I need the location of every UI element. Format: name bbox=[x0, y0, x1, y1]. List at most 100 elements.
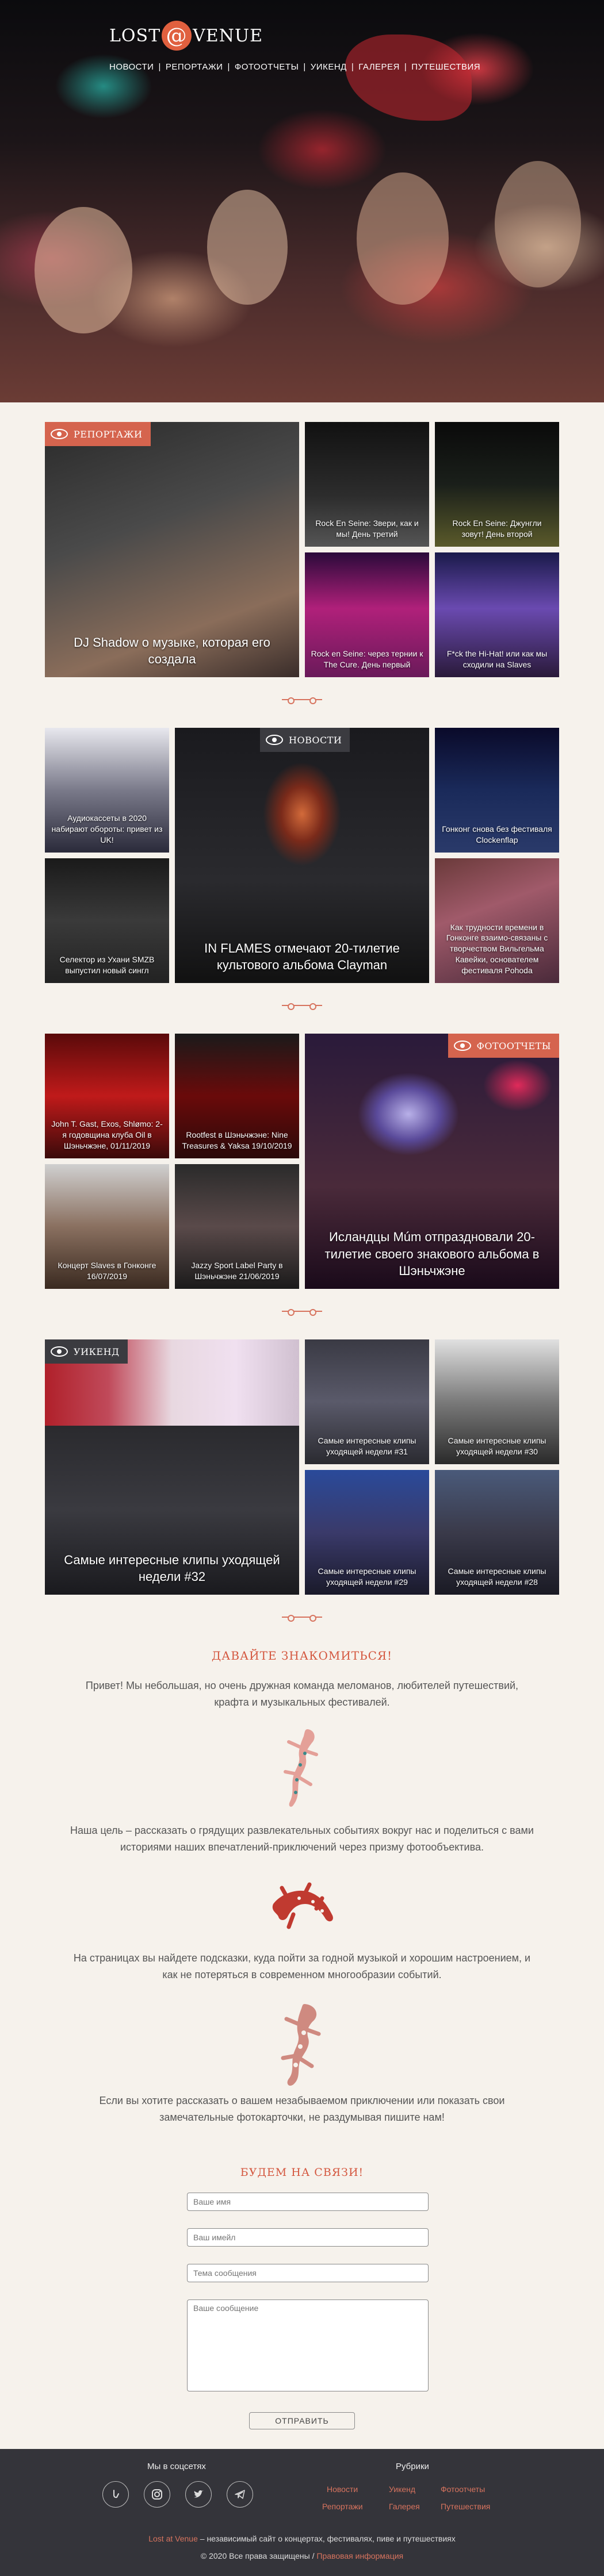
telegram-icon[interactable] bbox=[227, 2481, 253, 2508]
tile-caption: Исландцы Múm отпраздновали 20-тилетие св… bbox=[324, 1229, 540, 1279]
photo-tile[interactable]: Rootfest в Шэньчжэне: Nine Treasures & Y… bbox=[175, 1034, 299, 1158]
tile-caption: DJ Shadow о музыке, которая его создала bbox=[74, 635, 270, 667]
nav-separator: | bbox=[158, 62, 161, 72]
weekend-main-tile[interactable]: УИКЕНД Самые интересные клипы уходящей н… bbox=[45, 1339, 299, 1595]
news-tile[interactable]: Селектор из Ухани SMZB выпустил новый си… bbox=[45, 858, 169, 983]
message-textarea[interactable] bbox=[187, 2299, 429, 2391]
footer-link-reports[interactable]: Репортажи bbox=[322, 2502, 363, 2511]
twitter-icon[interactable] bbox=[185, 2481, 212, 2508]
section-divider bbox=[282, 1003, 322, 1010]
email-input[interactable] bbox=[187, 2228, 429, 2247]
crowd-figure bbox=[35, 207, 132, 333]
name-input[interactable] bbox=[187, 2193, 429, 2211]
submit-button[interactable]: ОТПРАВИТЬ bbox=[249, 2412, 355, 2429]
weekend-tile[interactable]: Самые интересные клипы уходящей недели #… bbox=[305, 1339, 429, 1464]
reports-tile[interactable]: Rock En Seine: Звери, как и мы! День тре… bbox=[305, 422, 429, 547]
reports-badge: РЕПОРТАЖИ bbox=[45, 422, 151, 446]
tile-caption: Самые интересные клипы уходящей недели #… bbox=[64, 1552, 280, 1584]
tile-caption: Селектор из Ухани SMZB выпустил новый си… bbox=[59, 955, 155, 976]
nav-separator: | bbox=[227, 62, 230, 72]
photo-tile[interactable]: Концерт Slaves в Гонконге 16/07/2019 bbox=[45, 1164, 169, 1289]
footer-copyright: © 2020 Все права защищены / Правовая инф… bbox=[0, 2551, 604, 2560]
eye-icon bbox=[266, 735, 283, 745]
nav-item-reports[interactable]: РЕПОРТАЖИ bbox=[166, 62, 223, 72]
reports-tile[interactable]: Rock En Seine: Джунгли зовут! День второ… bbox=[435, 422, 559, 547]
contact-title: БУДЕМ НА СВЯЗИ! bbox=[240, 2166, 364, 2179]
news-tile[interactable]: Аудиокассеты в 2020 набирают обороты: пр… bbox=[45, 728, 169, 853]
privacy-link[interactable]: Правовая информация bbox=[316, 2551, 403, 2560]
about-paragraph: На страницах вы найдете подсказки, куда … bbox=[73, 1952, 531, 1980]
footer-link-travel[interactable]: Путешествия bbox=[441, 2502, 490, 2511]
nav-item-news[interactable]: НОВОСТИ bbox=[109, 62, 154, 72]
hero-banner: LOST @ VENUE НОВОСТИ | РЕПОРТАЖИ | ФОТОО… bbox=[0, 0, 604, 402]
tile-caption: Самые интересные клипы уходящей недели #… bbox=[448, 1436, 546, 1457]
nav-separator: | bbox=[351, 62, 354, 72]
reports-tile[interactable]: F*ck the Hi-Hat! или как мы сходили на S… bbox=[435, 552, 559, 677]
tile-caption: Rock En Seine: Джунгли зовут! День второ… bbox=[452, 519, 542, 539]
nav-separator: | bbox=[303, 62, 306, 72]
section-divider bbox=[282, 1615, 322, 1622]
news-badge: НОВОСТИ bbox=[260, 728, 350, 752]
photo-badge-label: ФОТООТЧЕТЫ bbox=[476, 1040, 551, 1051]
footer-tagline: Lost at Venue – независимый сайт о конце… bbox=[0, 2534, 604, 2543]
rubrics-title: Рубрики bbox=[396, 2462, 429, 2471]
news-main-tile[interactable]: НОВОСТИ IN FLAMES отмечают 20-тилетие ку… bbox=[175, 728, 429, 983]
tile-caption: Аудиокассеты в 2020 набирают обороты: пр… bbox=[51, 813, 163, 845]
weekend-section: УИКЕНД Самые интересные клипы уходящей н… bbox=[45, 1339, 559, 1595]
weekend-tile[interactable]: Самые интересные клипы уходящей недели #… bbox=[305, 1470, 429, 1595]
footer-link-news[interactable]: Новости bbox=[327, 2485, 358, 2494]
social-title: Мы в соцсетях bbox=[147, 2462, 206, 2471]
nav-item-gallery[interactable]: ГАЛЕРЕЯ bbox=[358, 62, 400, 72]
eye-icon bbox=[453, 1041, 471, 1051]
about-paragraph: Если вы хотите рассказать о вашем незабы… bbox=[99, 2095, 505, 2123]
crowd-figure bbox=[207, 190, 288, 305]
tile-caption: Концерт Slaves в Гонконге 16/07/2019 bbox=[58, 1261, 156, 1281]
tile-caption: Rock En Seine: Звери, как и мы! День тре… bbox=[315, 519, 419, 539]
weekend-badge-label: УИКЕНД bbox=[74, 1346, 120, 1357]
nav-item-weekend[interactable]: УИКЕНД bbox=[311, 62, 347, 72]
weekend-tile[interactable]: Самые интересные клипы уходящей недели #… bbox=[435, 1339, 559, 1464]
footer-brand-link[interactable]: Lost at Venue bbox=[148, 2534, 198, 2543]
photo-tile[interactable]: John T. Gast, Exos, Shlømo: 2-я годовщин… bbox=[45, 1034, 169, 1158]
section-divider bbox=[282, 697, 322, 704]
weekend-tile[interactable]: Самые интересные клипы уходящей недели #… bbox=[435, 1470, 559, 1595]
site-footer: Мы в соцсетях Рубрики Новости Уикенд Фот… bbox=[0, 2449, 604, 2576]
news-tile[interactable]: Гонконг снова без фестиваля Clockenflap bbox=[435, 728, 559, 853]
reports-tile[interactable]: Rock en Seine: через тернии к The Cure. … bbox=[305, 552, 429, 677]
crowd-figure bbox=[495, 161, 581, 287]
nav-item-photo[interactable]: ФОТООТЧЕТЫ bbox=[235, 62, 299, 72]
photo-section: John T. Gast, Exos, Shlømo: 2-я годовщин… bbox=[45, 1034, 559, 1289]
lizard-icon bbox=[284, 1729, 318, 1807]
eye-icon bbox=[51, 429, 68, 439]
news-badge-label: НОВОСТИ bbox=[289, 734, 342, 746]
site-logo[interactable]: LOST @ VENUE bbox=[109, 20, 263, 52]
tile-caption: F*ck the Hi-Hat! или как мы сходили на S… bbox=[446, 649, 548, 670]
subject-input[interactable] bbox=[187, 2264, 429, 2282]
instagram-icon[interactable] bbox=[144, 2481, 170, 2508]
news-tile[interactable]: Как трудности времени в Гонконге взаимо-… bbox=[435, 858, 559, 983]
news-section: Аудиокассеты в 2020 набирают обороты: пр… bbox=[45, 728, 559, 983]
footer-tagline-text: – независимый сайт о концертах, фестивал… bbox=[197, 2534, 456, 2543]
logo-at: @ bbox=[162, 21, 192, 51]
reports-section: РЕПОРТАЖИ DJ Shadow о музыке, которая ег… bbox=[45, 422, 559, 677]
footer-link-photo[interactable]: Фотоотчеты bbox=[441, 2485, 485, 2494]
tile-caption: John T. Gast, Exos, Shlømo: 2-я годовщин… bbox=[51, 1119, 163, 1151]
photo-main-tile[interactable]: ФОТООТЧЕТЫ Исландцы Múm отпраздновали 20… bbox=[305, 1034, 559, 1289]
about-paragraph: Наша цель – рассказать о грядущих развле… bbox=[70, 1825, 534, 1853]
crowd-figure bbox=[357, 172, 449, 305]
vk-icon[interactable] bbox=[102, 2481, 129, 2508]
about-section: ДАВАЙТЕ ЗНАКОМИТЬСЯ! bbox=[0, 1649, 604, 1663]
photo-badge: ФОТООТЧЕТЫ bbox=[448, 1034, 559, 1058]
logo-left: LOST bbox=[109, 25, 161, 46]
footer-link-weekend[interactable]: Уикенд bbox=[389, 2485, 415, 2494]
footer-link-gallery[interactable]: Галерея bbox=[389, 2502, 420, 2511]
eye-icon bbox=[51, 1346, 68, 1357]
tile-caption: Гонконг снова без фестиваля Clockenflap bbox=[442, 824, 552, 845]
nav-item-travel[interactable]: ПУТЕШЕСТВИЯ bbox=[411, 62, 480, 72]
photo-tile[interactable]: Jazzy Sport Label Party в Шэньчжэне 21/0… bbox=[175, 1164, 299, 1289]
tile-caption: Самые интересные клипы уходящей недели #… bbox=[318, 1567, 416, 1587]
logo-right: VENUE bbox=[193, 25, 263, 46]
tile-caption: Jazzy Sport Label Party в Шэньчжэне 21/0… bbox=[191, 1261, 283, 1281]
about-title: ДАВАЙТЕ ЗНАКОМИТЬСЯ! bbox=[211, 1649, 393, 1663]
reports-main-tile[interactable]: DJ Shadow о музыке, которая его создала bbox=[45, 422, 299, 677]
